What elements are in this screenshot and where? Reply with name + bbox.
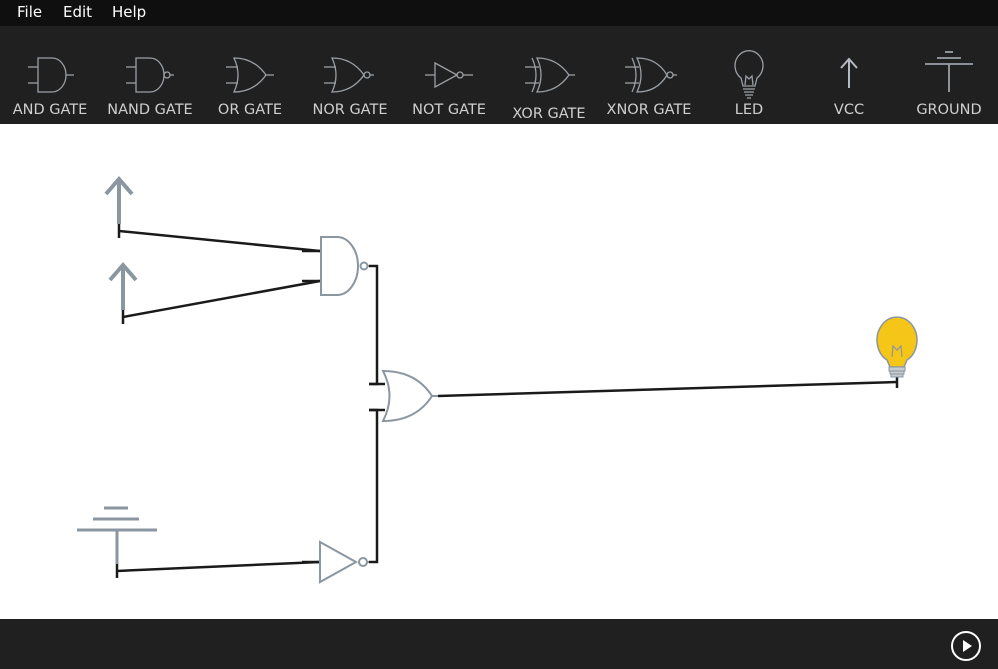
wire-vcc1-nand[interactable]	[118, 229, 321, 253]
menu-help[interactable]: Help	[112, 3, 146, 21]
ground-component[interactable]	[77, 506, 157, 564]
tool-or-gate[interactable]: OR GATE	[200, 26, 300, 124]
play-icon	[951, 631, 981, 661]
tool-label-not-gate: NOT GATE	[412, 102, 486, 118]
wire-ground-not[interactable]	[116, 560, 321, 573]
tool-label-and-gate: AND GATE	[12, 102, 88, 118]
or-gate-icon	[226, 57, 274, 93]
lightbulb-icon	[734, 50, 764, 99]
nor-gate-icon	[324, 57, 374, 93]
vcc-component[interactable]	[104, 175, 134, 224]
component-toolbar: AND GATE NAND GATE OR GATE NOR GATE NOT …	[0, 26, 998, 124]
tool-not-gate[interactable]: NOT GATE	[399, 26, 499, 124]
tool-label-vcc: VCC	[833, 102, 865, 118]
play-button[interactable]	[950, 630, 982, 662]
tool-nand-gate[interactable]: NAND GATE	[100, 26, 200, 124]
circuit-diagram	[77, 175, 918, 584]
wire-or-led[interactable]	[437, 380, 898, 398]
not-gate-icon	[425, 61, 473, 89]
tool-label-led: LED	[734, 102, 764, 118]
and-gate-icon	[28, 57, 74, 93]
wire-vcc2-nand[interactable]	[122, 279, 321, 319]
tool-ground[interactable]: GROUND	[899, 26, 998, 124]
pin-stubs	[115, 224, 899, 578]
vcc-component[interactable]	[108, 261, 138, 310]
ground-icon	[925, 51, 973, 92]
up-arrow-icon	[840, 57, 858, 88]
tool-label-ground: GROUND	[916, 102, 982, 118]
menu-file[interactable]: File	[17, 3, 42, 21]
led-component[interactable]	[876, 316, 918, 378]
tool-label-nand-gate: NAND GATE	[107, 102, 193, 118]
menu-edit[interactable]: Edit	[63, 3, 92, 21]
tool-and-gate[interactable]: AND GATE	[0, 26, 100, 124]
tool-label-xnor-gate: XNOR GATE	[606, 102, 692, 118]
nand-gate-component[interactable]	[320, 236, 369, 296]
wire-not-or[interactable]	[369, 408, 379, 564]
tool-led[interactable]: LED	[699, 26, 799, 124]
xor-gate-icon	[525, 57, 575, 93]
or-gate-component[interactable]	[381, 369, 438, 423]
not-gate-component[interactable]	[319, 540, 369, 584]
xnor-gate-icon	[625, 57, 677, 93]
tool-label-nor-gate: NOR GATE	[312, 102, 388, 118]
tool-vcc[interactable]: VCC	[799, 26, 899, 124]
tool-label-xor-gate: XOR GATE	[512, 106, 586, 122]
tool-xnor-gate[interactable]: XNOR GATE	[599, 26, 699, 124]
tool-nor-gate[interactable]: NOR GATE	[300, 26, 400, 124]
circuit-canvas[interactable]	[0, 124, 998, 619]
menu-bar: File Edit Help	[0, 0, 998, 26]
bottom-bar	[0, 619, 998, 669]
wires	[116, 229, 898, 573]
tool-xor-gate[interactable]: XOR GATE	[499, 26, 599, 124]
tool-label-or-gate: OR GATE	[217, 102, 283, 118]
wire-nand-or[interactable]	[369, 264, 379, 386]
nand-gate-icon	[126, 57, 174, 93]
